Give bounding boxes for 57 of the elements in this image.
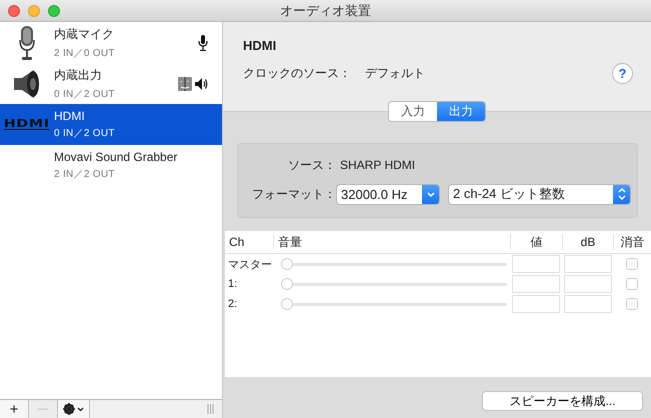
source-value: SHARP HDMI <box>339 158 416 172</box>
tab[interactable]: 出力 <box>437 102 485 121</box>
resize-grip-icon[interactable] <box>207 404 214 414</box>
device-channels: 0 IN／2 OUT <box>54 88 116 100</box>
column-header[interactable]: 値 <box>510 234 562 250</box>
device-item[interactable]: HDMI HDMI 0 IN／2 OUT <box>0 104 222 145</box>
minimize-button[interactable] <box>28 4 40 16</box>
format-label: フォーマット： <box>251 186 336 202</box>
speaker-icon <box>12 68 42 98</box>
configure-speakers-button[interactable]: スピーカーを構成... <box>482 391 643 411</box>
microphone-icon <box>19 26 35 60</box>
device-name: Movavi Sound Grabber <box>54 150 178 164</box>
db-field[interactable] <box>564 255 612 273</box>
slider-thumb[interactable] <box>281 298 293 310</box>
clock-source-label: クロックのソース： <box>243 65 351 82</box>
device-title: HDMI <box>243 38 278 53</box>
column-header[interactable]: 音量 <box>273 234 510 250</box>
value-field[interactable] <box>512 255 560 273</box>
mute-checkbox[interactable] <box>626 298 638 310</box>
add-button[interactable]: + <box>0 400 29 418</box>
device-item[interactable]: Movavi Sound Grabber 2 IN／2 OUT <box>0 145 222 186</box>
column-header[interactable]: dB <box>562 234 613 250</box>
value-field[interactable] <box>512 295 560 313</box>
sample-rate-popup[interactable]: 32000.0 Hz <box>336 184 440 204</box>
up-down-chevron-icon <box>616 187 628 201</box>
channel-name: 2: <box>227 298 238 310</box>
value-field[interactable] <box>512 275 560 293</box>
window-title: オーディオ装置 <box>280 2 371 20</box>
settings-menu-button[interactable] <box>58 400 90 418</box>
help-button[interactable]: ? <box>612 63 633 84</box>
clock-source-value: デフォルト <box>365 65 425 82</box>
volume-slider[interactable] <box>281 278 507 290</box>
device-name: HDMI <box>54 109 86 123</box>
volume-slider[interactable] <box>281 298 507 310</box>
db-field[interactable] <box>564 295 612 313</box>
column-header[interactable]: 消音 <box>613 234 651 250</box>
db-field[interactable] <box>564 275 612 293</box>
device-name: 内蔵マイク <box>54 26 115 42</box>
format-popup[interactable]: 2 ch-24 ビット整数 <box>448 184 631 204</box>
hdmi-logo: HDMI <box>4 119 50 130</box>
device-channels: 2 IN／0 OUT <box>54 46 116 60</box>
volume-slider[interactable] <box>281 258 507 270</box>
mute-checkbox[interactable] <box>626 258 638 270</box>
device-name: 内蔵出力 <box>54 66 103 84</box>
column-header[interactable]: Ch <box>225 234 273 250</box>
device-item[interactable]: 内蔵マイク 2 IN／0 OUT <box>0 22 222 63</box>
slider-thumb[interactable] <box>281 258 293 270</box>
source-label: ソース： <box>287 156 336 174</box>
close-button[interactable] <box>8 4 20 16</box>
channel-name: マスター <box>227 258 273 272</box>
slider-thumb[interactable] <box>281 278 293 290</box>
mute-checkbox[interactable] <box>626 278 638 290</box>
channel-name: 1: <box>227 278 238 290</box>
device-item[interactable]: 内蔵出力 0 IN／2 OUT <box>0 63 222 104</box>
device-channels: 2 IN／2 OUT <box>54 168 116 181</box>
device-channels: 0 IN／2 OUT <box>54 127 116 140</box>
zoom-button[interactable] <box>48 4 60 16</box>
